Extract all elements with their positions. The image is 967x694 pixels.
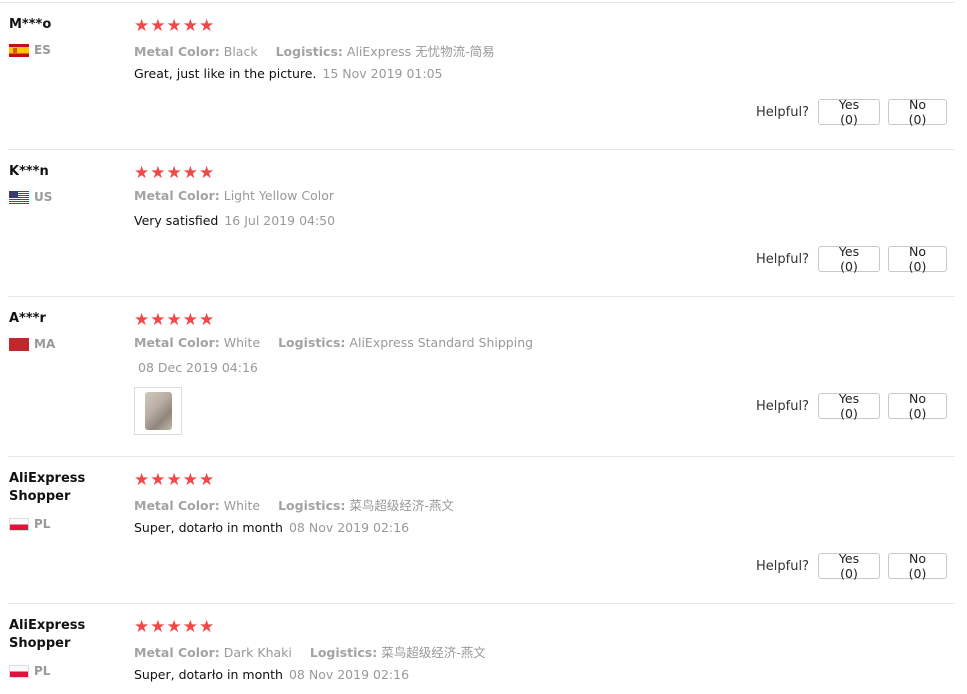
reviewer-name: AliExpress Shopper	[9, 471, 86, 504]
review-item: AliExpress Shopper PL ★★★★★ Metal Color:…	[0, 457, 955, 604]
review-content: Super, dotarło in month 08 Nov 2019 02:16	[134, 667, 409, 682]
helpful-no-button[interactable]: No (0)	[888, 391, 947, 421]
star-rating: ★★★★★	[134, 310, 216, 330]
review-photo	[145, 392, 172, 430]
metal-color-label: Metal Color:	[134, 335, 220, 350]
helpful-yes-button[interactable]: Yes (0)	[818, 97, 880, 127]
reviewer-name: K***n	[9, 164, 49, 179]
reviewer-name: A***r	[9, 311, 46, 326]
logistics-label: Logistics:	[278, 498, 346, 513]
country-code: MA	[34, 337, 56, 351]
review-content: Super, dotarło in month 08 Nov 2019 02:16	[134, 520, 409, 535]
country-code: PL	[34, 664, 51, 678]
review-attributes: Metal Color: White Logistics: 菜鸟超级经济-燕文	[134, 495, 454, 514]
review-text: Very satisfied	[134, 213, 219, 228]
star-rating: ★★★★★	[134, 617, 216, 637]
logistics-value: 菜鸟超级经济-燕文	[381, 645, 486, 660]
morocco-flag-icon	[9, 337, 29, 351]
star-rating: ★★★★★	[134, 163, 216, 183]
helpful-vote: Helpful? Yes (0) No (0)	[756, 551, 947, 581]
metal-color-label: Metal Color:	[134, 498, 220, 513]
review-date: 08 Nov 2019 02:16	[288, 667, 410, 682]
country-code: US	[34, 190, 53, 204]
helpful-vote: Helpful? Yes (0) No (0)	[756, 391, 947, 421]
helpful-label: Helpful?	[756, 398, 809, 414]
review-photo-thumbnail[interactable]	[134, 387, 182, 435]
helpful-label: Helpful?	[756, 104, 809, 120]
review-content: Very satisfied 16 Jul 2019 04:50	[134, 213, 335, 228]
reviewer-name: M***o	[9, 17, 52, 32]
review-item: M***o ES ★★★★★ Metal Color: Black Logist…	[0, 0, 955, 150]
metal-color-value: White	[223, 498, 261, 513]
review-text: Super, dotarło in month	[134, 520, 283, 535]
logistics-label: Logistics:	[278, 335, 346, 350]
usa-flag-icon	[9, 190, 29, 204]
helpful-no-button[interactable]: No (0)	[888, 97, 947, 127]
review-text: Great, just like in the picture.	[134, 66, 317, 81]
helpful-yes-button[interactable]: Yes (0)	[818, 391, 880, 421]
logistics-label: Logistics:	[309, 645, 378, 660]
helpful-yes-button[interactable]: Yes (0)	[818, 244, 880, 274]
reviewer-country: US	[9, 190, 52, 204]
poland-flag-icon	[9, 664, 29, 678]
review-text: Super, dotarło in month	[134, 667, 283, 682]
star-rating: ★★★★★	[134, 16, 216, 36]
review-item: K***n US ★★★★★ Metal Color: Light Yellow…	[0, 150, 955, 297]
metal-color-label: Metal Color:	[134, 645, 220, 660]
helpful-vote: Helpful? Yes (0) No (0)	[756, 97, 947, 127]
metal-color-label: Metal Color:	[134, 44, 220, 59]
logistics-label: Logistics:	[275, 44, 343, 59]
spain-flag-icon	[9, 43, 29, 57]
metal-color-label: Metal Color:	[134, 188, 220, 203]
review-attributes: Metal Color: Black Logistics: AliExpress…	[134, 41, 495, 60]
star-rating: ★★★★★	[134, 470, 216, 490]
logistics-value: AliExpress 无忧物流-简易	[346, 44, 495, 59]
review-attributes: Metal Color: Dark Khaki Logistics: 菜鸟超级经…	[134, 642, 486, 661]
review-item: A***r MA ★★★★★ Metal Color: White Logist…	[0, 297, 955, 457]
metal-color-value: Dark Khaki	[223, 645, 292, 660]
review-date: 16 Jul 2019 04:50	[224, 213, 336, 228]
helpful-yes-button[interactable]: Yes (0)	[818, 551, 880, 581]
reviewer-country: ES	[9, 43, 51, 57]
helpful-no-button[interactable]: No (0)	[888, 551, 947, 581]
review-date: 08 Nov 2019 02:16	[288, 520, 410, 535]
country-code: ES	[34, 43, 51, 57]
metal-color-value: Black	[223, 44, 258, 59]
review-attributes: Metal Color: White Logistics: AliExpress…	[134, 335, 533, 350]
logistics-value: AliExpress Standard Shipping	[349, 335, 534, 350]
metal-color-value: White	[223, 335, 261, 350]
review-item: AliExpress Shopper PL ★★★★★ Metal Color:…	[0, 604, 955, 694]
review-date: 15 Nov 2019 01:05	[322, 66, 443, 81]
country-code: PL	[34, 517, 51, 531]
helpful-label: Helpful?	[756, 251, 809, 267]
metal-color-value: Light Yellow Color	[223, 188, 335, 203]
reviewer-country: PL	[9, 517, 50, 531]
logistics-value: 菜鸟超级经济-燕文	[349, 498, 454, 513]
reviewer-country: MA	[9, 337, 55, 351]
reviewer-country: PL	[9, 664, 50, 678]
review-attributes: Metal Color: Light Yellow Color	[134, 188, 334, 203]
reviewer-name: AliExpress Shopper	[9, 618, 86, 651]
helpful-vote: Helpful? Yes (0) No (0)	[756, 244, 947, 274]
helpful-label: Helpful?	[756, 558, 809, 574]
review-content: Great, just like in the picture. 15 Nov 2…	[134, 66, 442, 81]
poland-flag-icon	[9, 517, 29, 531]
review-date: 08 Dec 2019 04:16	[138, 360, 258, 375]
helpful-no-button[interactable]: No (0)	[888, 244, 947, 274]
